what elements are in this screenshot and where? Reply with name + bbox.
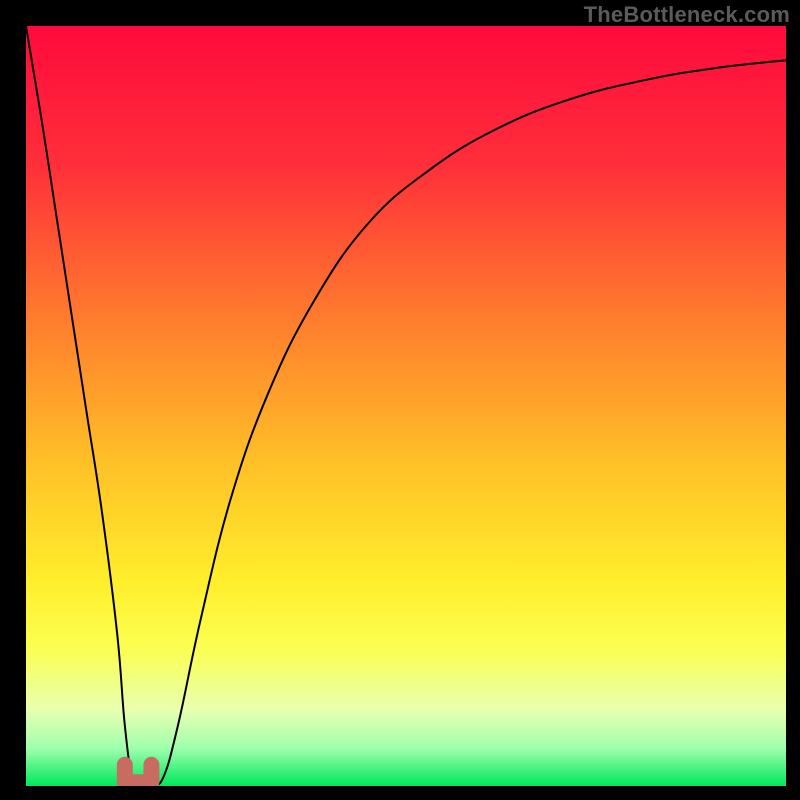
gradient-background	[26, 26, 786, 786]
watermark-text: TheBottleneck.com	[584, 2, 790, 28]
bottleneck-chart	[26, 26, 786, 786]
chart-frame: TheBottleneck.com	[0, 0, 800, 800]
